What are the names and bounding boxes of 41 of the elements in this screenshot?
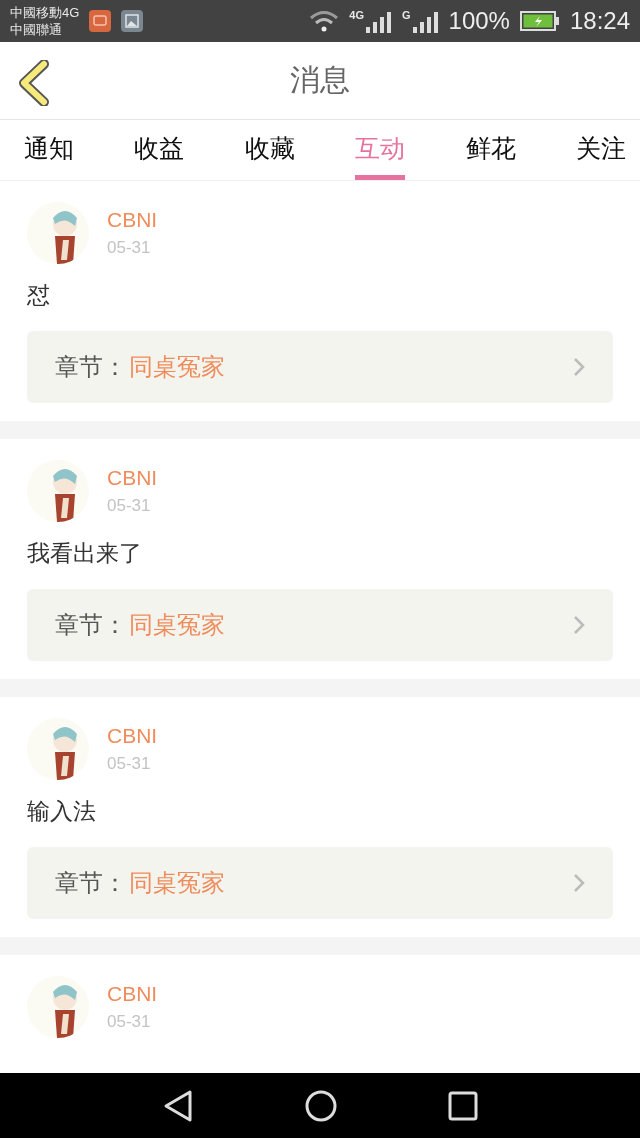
chapter-label: 章节：	[55, 610, 127, 640]
network-label: 4G	[349, 9, 364, 21]
home-nav-icon[interactable]	[304, 1088, 338, 1123]
clock: 18:24	[569, 7, 630, 35]
carrier-label: 中國移動4G	[10, 4, 80, 21]
battery-icon	[519, 11, 560, 31]
chevron-right-icon	[573, 873, 585, 893]
signal-icon	[366, 9, 392, 33]
chapter-link[interactable]: 章节：同桌冤家	[27, 331, 613, 403]
battery-percent: 100%	[448, 7, 510, 35]
tab[interactable]: 收益	[134, 120, 185, 180]
chapter-label: 章节：	[55, 352, 127, 382]
chapter-label: 章节：	[55, 868, 127, 898]
message-date: 05-31	[107, 754, 152, 774]
mail-app-icon	[89, 10, 112, 32]
network-label: G	[402, 9, 411, 21]
back-nav-icon[interactable]	[162, 1088, 194, 1123]
chapter-link[interactable]: 章节：同桌冤家	[27, 589, 613, 661]
chapter-title: 同桌冤家	[129, 352, 226, 382]
page-title: 消息	[290, 62, 350, 98]
wifi-icon	[309, 10, 340, 32]
image-app-icon	[121, 10, 144, 32]
message-date: 05-31	[107, 1012, 152, 1032]
tab[interactable]: 收藏	[244, 120, 295, 180]
message-text: 怼	[27, 281, 51, 310]
chapter-link[interactable]: 章节：同桌冤家	[27, 847, 613, 919]
message-text: 我看出来了	[27, 539, 143, 568]
message-date: 05-31	[107, 496, 152, 516]
message-date: 05-31	[107, 238, 152, 258]
chapter-title: 同桌冤家	[129, 610, 226, 640]
chevron-right-icon	[573, 615, 585, 635]
tab[interactable]: 通知	[24, 120, 74, 180]
message-text: 输入法	[27, 797, 97, 826]
back-icon[interactable]	[18, 60, 50, 106]
carrier-label: 中國聯通	[10, 21, 63, 38]
chapter-title: 同桌冤家	[129, 868, 226, 898]
tab[interactable]: 关注	[575, 120, 626, 180]
chevron-right-icon	[573, 357, 585, 377]
recents-nav-icon[interactable]	[448, 1090, 478, 1121]
tab[interactable]: 鲜花	[465, 120, 516, 180]
signal-icon	[412, 9, 439, 33]
